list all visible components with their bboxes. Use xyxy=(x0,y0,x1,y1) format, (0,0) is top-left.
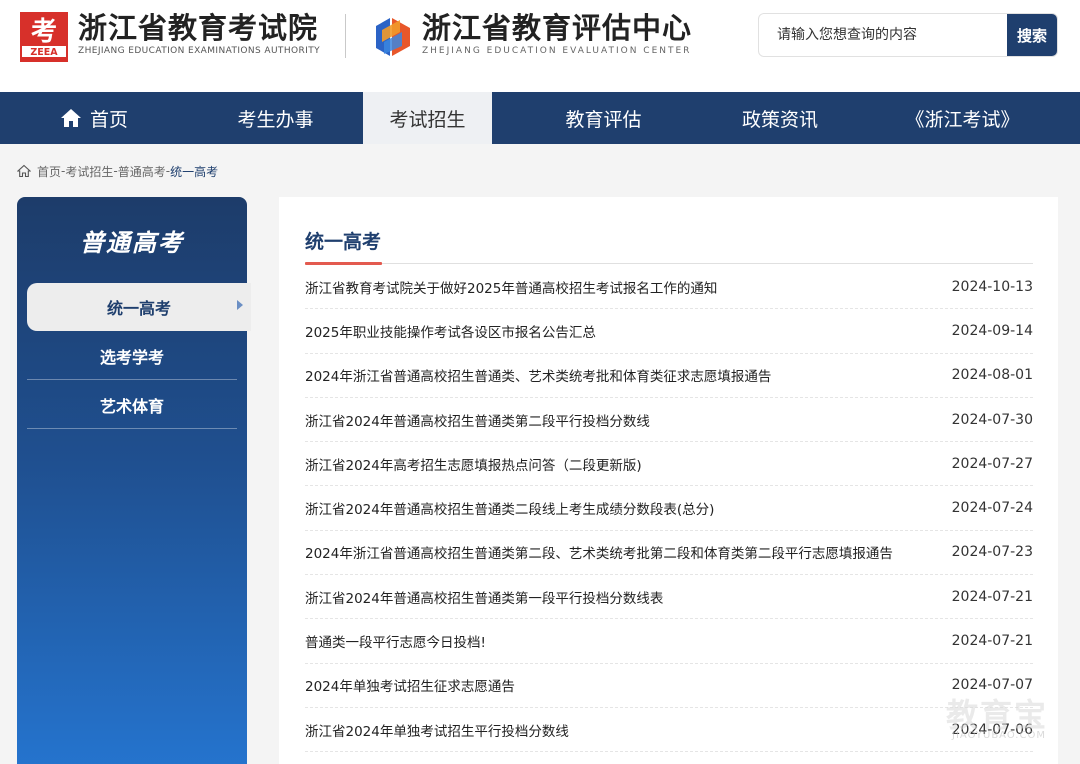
zeea-name-en: ZHEJIANG EDUCATION EXAMINATIONS AUTHORIT… xyxy=(78,46,320,56)
logo-divider xyxy=(345,14,346,58)
watermark: 教育宝 JIAOYUBAO.COM xyxy=(946,690,1076,750)
chevron-right-icon xyxy=(237,300,243,310)
sidebar-item-arts-sports[interactable]: 艺术体育 xyxy=(27,381,237,429)
nav-label: 考生办事 xyxy=(237,108,314,131)
sidebar-divider xyxy=(27,428,237,429)
nav-item-exam-admission[interactable]: 考试招生 xyxy=(363,92,492,144)
sidebar-divider xyxy=(27,379,237,380)
news-row[interactable]: 浙江省2024年高考招生志愿填报热点问答（二段更新版) 2024-07-27 xyxy=(305,442,1033,487)
nav-item-candidate-services[interactable]: 考生办事 xyxy=(188,92,363,144)
news-row[interactable]: 2024年单独考试招生征求志愿通告 2024-07-07 xyxy=(305,664,1033,708)
news-row[interactable]: 普通类一段平行志愿今日投档! 2024-07-21 xyxy=(305,619,1033,664)
search-button[interactable]: 搜索 xyxy=(1007,14,1057,56)
svg-text:考: 考 xyxy=(31,17,57,47)
home-icon xyxy=(60,108,82,128)
sidebar-item-label: 选考学考 xyxy=(99,348,164,367)
news-list: 浙江省教育考试院关于做好2025年普通高校招生考试报名工作的通知 2024-10-… xyxy=(305,265,1033,753)
news-date: 2024-07-23 xyxy=(951,544,1033,561)
nav-item-home[interactable]: 首页 xyxy=(0,92,188,144)
content-panel: 统一高考 浙江省教育考试院关于做好2025年普通高校招生考试报名工作的通知 202… xyxy=(279,197,1058,764)
news-date: 2024-07-21 xyxy=(951,633,1033,650)
news-row[interactable]: 2025年职业技能操作考试各设区市报名公告汇总 2024-09-14 xyxy=(305,309,1033,354)
nav-label: 首页 xyxy=(89,108,128,131)
breadcrumb-current[interactable]: 统一高考 xyxy=(170,163,218,180)
news-title-link[interactable]: 浙江省2024年普通高校招生普通类第一段平行投档分数线表 xyxy=(305,587,663,607)
sidebar-item-label: 艺术体育 xyxy=(99,397,164,416)
sidebar-title: 普通高考 xyxy=(80,229,184,257)
news-date: 2024-07-24 xyxy=(951,500,1033,517)
title-underline xyxy=(305,263,1033,264)
news-title-link[interactable]: 普通类一段平行志愿今日投档! xyxy=(305,631,486,651)
search-box: 搜索 xyxy=(758,13,1058,57)
news-row[interactable]: 浙江省2024年普通高校招生普通类第一段平行投档分数线表 2024-07-21 xyxy=(305,575,1033,620)
breadcrumb: 首页 - 考试招生 - 普通高考 - 统一高考 xyxy=(16,162,218,180)
nav-label: 教育评估 xyxy=(565,108,642,131)
news-row[interactable]: 浙江省2024年普通高校招生普通类第二段平行投档分数线 2024-07-30 xyxy=(305,398,1033,443)
evaluation-center-name-en: ZHEJIANG EDUCATION EVALUATION CENTER xyxy=(422,46,692,56)
news-title-link[interactable]: 2025年职业技能操作考试各设区市报名公告汇总 xyxy=(305,321,596,341)
sidebar-item-unified-gaokao[interactable]: 统一高考 xyxy=(27,283,251,331)
zeea-logo-text[interactable]: 浙江省教育考试院 ZHEJIANG EDUCATION EXAMINATIONS… xyxy=(78,11,320,56)
sidebar: 普通高考 统一高考 选考学考 艺术体育 xyxy=(17,197,251,764)
sidebar-item-elective-exams[interactable]: 选考学考 xyxy=(27,332,237,380)
nav-item-education-evaluation[interactable]: 教育评估 xyxy=(492,92,715,144)
breadcrumb-gaokao[interactable]: 普通高考 xyxy=(118,163,166,180)
news-title-link[interactable]: 2024年浙江省普通高校招生普通类、艺术类统考批和体育类征求志愿填报通告 xyxy=(305,365,771,385)
nav-item-zhejiang-exam-magazine[interactable]: 《浙江考试》 xyxy=(845,92,1080,144)
zeea-logo[interactable]: 考 ZEEA xyxy=(20,12,68,62)
news-row[interactable]: 浙江省2024年普通高校招生普通类二段线上考生成绩分数段表(总分) 2024-07… xyxy=(305,486,1033,531)
nav-label: 政策资讯 xyxy=(741,108,818,131)
main-nav: 首页 考生办事 考试招生 教育评估 政策资讯 《浙江考试》 xyxy=(0,92,1080,144)
panel-title: 统一高考 xyxy=(305,231,382,253)
news-title-link[interactable]: 浙江省2024年普通高校招生普通类二段线上考生成绩分数段表(总分) xyxy=(305,498,714,518)
news-row[interactable]: 2024年浙江省普通高校招生普通类第二段、艺术类统考批第二段和体育类第二段平行志… xyxy=(305,531,1033,576)
sidebar-item-label: 统一高考 xyxy=(106,299,171,318)
news-row[interactable]: 浙江省教育考试院关于做好2025年普通高校招生考试报名工作的通知 2024-10-… xyxy=(305,265,1033,310)
news-title-link[interactable]: 浙江省2024年普通高校招生普通类第二段平行投档分数线 xyxy=(305,410,650,430)
nav-label: 《浙江考试》 xyxy=(905,108,1020,131)
news-date: 2024-07-27 xyxy=(951,455,1033,472)
news-date: 2024-10-13 xyxy=(951,278,1033,295)
logo1-badge: ZEEA xyxy=(30,47,58,58)
site-header: 考 ZEEA 浙江省教育考试院 ZHEJIANG EDUCATION EXAMI… xyxy=(0,0,1080,92)
news-date: 2024-07-30 xyxy=(951,411,1033,428)
breadcrumb-home[interactable]: 首页 xyxy=(37,163,61,180)
news-title-link[interactable]: 2024年单独考试招生征求志愿通告 xyxy=(305,675,515,695)
news-date: 2024-08-01 xyxy=(951,367,1033,384)
breadcrumb-exam-admission[interactable]: 考试招生 xyxy=(65,163,113,180)
news-row[interactable]: 浙江省2024年单独考试招生平行投档分数线 2024-07-06 xyxy=(305,708,1033,753)
home-icon xyxy=(16,164,32,178)
evaluation-center-logo-text[interactable]: 浙江省教育评估中心 ZHEJIANG EDUCATION EVALUATION … xyxy=(422,11,692,56)
zeea-name-cn: 浙江省教育考试院 xyxy=(78,11,319,45)
news-date: 2024-09-14 xyxy=(951,322,1033,339)
news-date: 2024-07-21 xyxy=(951,588,1033,605)
news-row[interactable]: 2024年浙江省普通高校招生普通类、艺术类统考批和体育类征求志愿填报通告 2024… xyxy=(305,354,1033,398)
search-input[interactable] xyxy=(759,14,1009,56)
evaluation-center-name-cn: 浙江省教育评估中心 xyxy=(422,11,693,45)
news-title-link[interactable]: 浙江省2024年高考招生志愿填报热点问答（二段更新版) xyxy=(305,454,642,474)
news-title-link[interactable]: 浙江省2024年单独考试招生平行投档分数线 xyxy=(305,720,569,740)
nav-label: 考试招生 xyxy=(389,108,466,131)
evaluation-center-logo[interactable] xyxy=(372,12,414,62)
news-title-link[interactable]: 浙江省教育考试院关于做好2025年普通高校招生考试报名工作的通知 xyxy=(305,277,717,297)
nav-item-policy-news[interactable]: 政策资讯 xyxy=(715,92,845,144)
watermark-en: JIAOYUBAO.COM xyxy=(952,730,1046,741)
news-title-link[interactable]: 2024年浙江省普通高校招生普通类第二段、艺术类统考批第二段和体育类第二段平行志… xyxy=(305,542,893,562)
